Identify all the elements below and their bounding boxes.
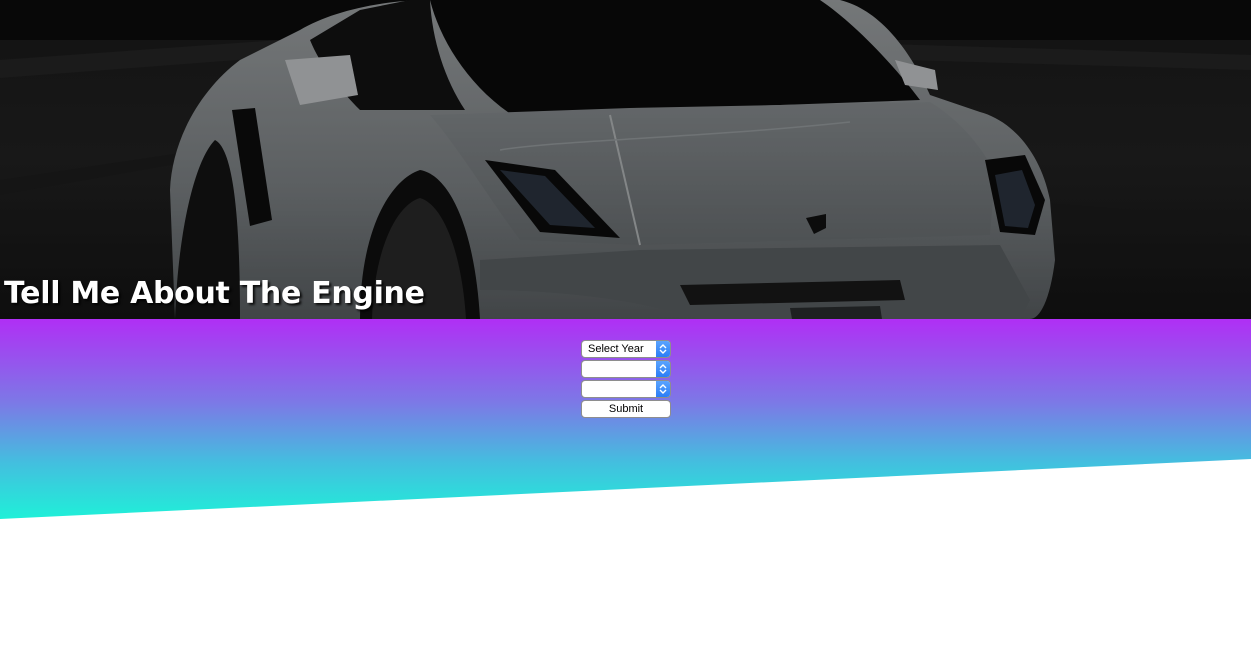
select-stepper-icon bbox=[656, 341, 670, 357]
page-title: Tell Me About The Engine bbox=[4, 276, 425, 311]
year-select[interactable]: Select Year bbox=[581, 340, 671, 358]
model-select[interactable] bbox=[581, 380, 671, 398]
year-select-value: Select Year bbox=[588, 343, 644, 355]
hero-banner: Tell Me About The Engine bbox=[0, 0, 1251, 319]
select-stepper-icon bbox=[656, 381, 670, 397]
page: Tell Me About The Engine Select Year Sub… bbox=[0, 0, 1251, 651]
submit-button[interactable]: Submit bbox=[581, 400, 671, 418]
car-hero-image bbox=[0, 0, 1251, 319]
make-select[interactable] bbox=[581, 360, 671, 378]
select-stepper-icon bbox=[656, 361, 670, 377]
engine-lookup-form: Select Year Submit bbox=[581, 340, 671, 418]
